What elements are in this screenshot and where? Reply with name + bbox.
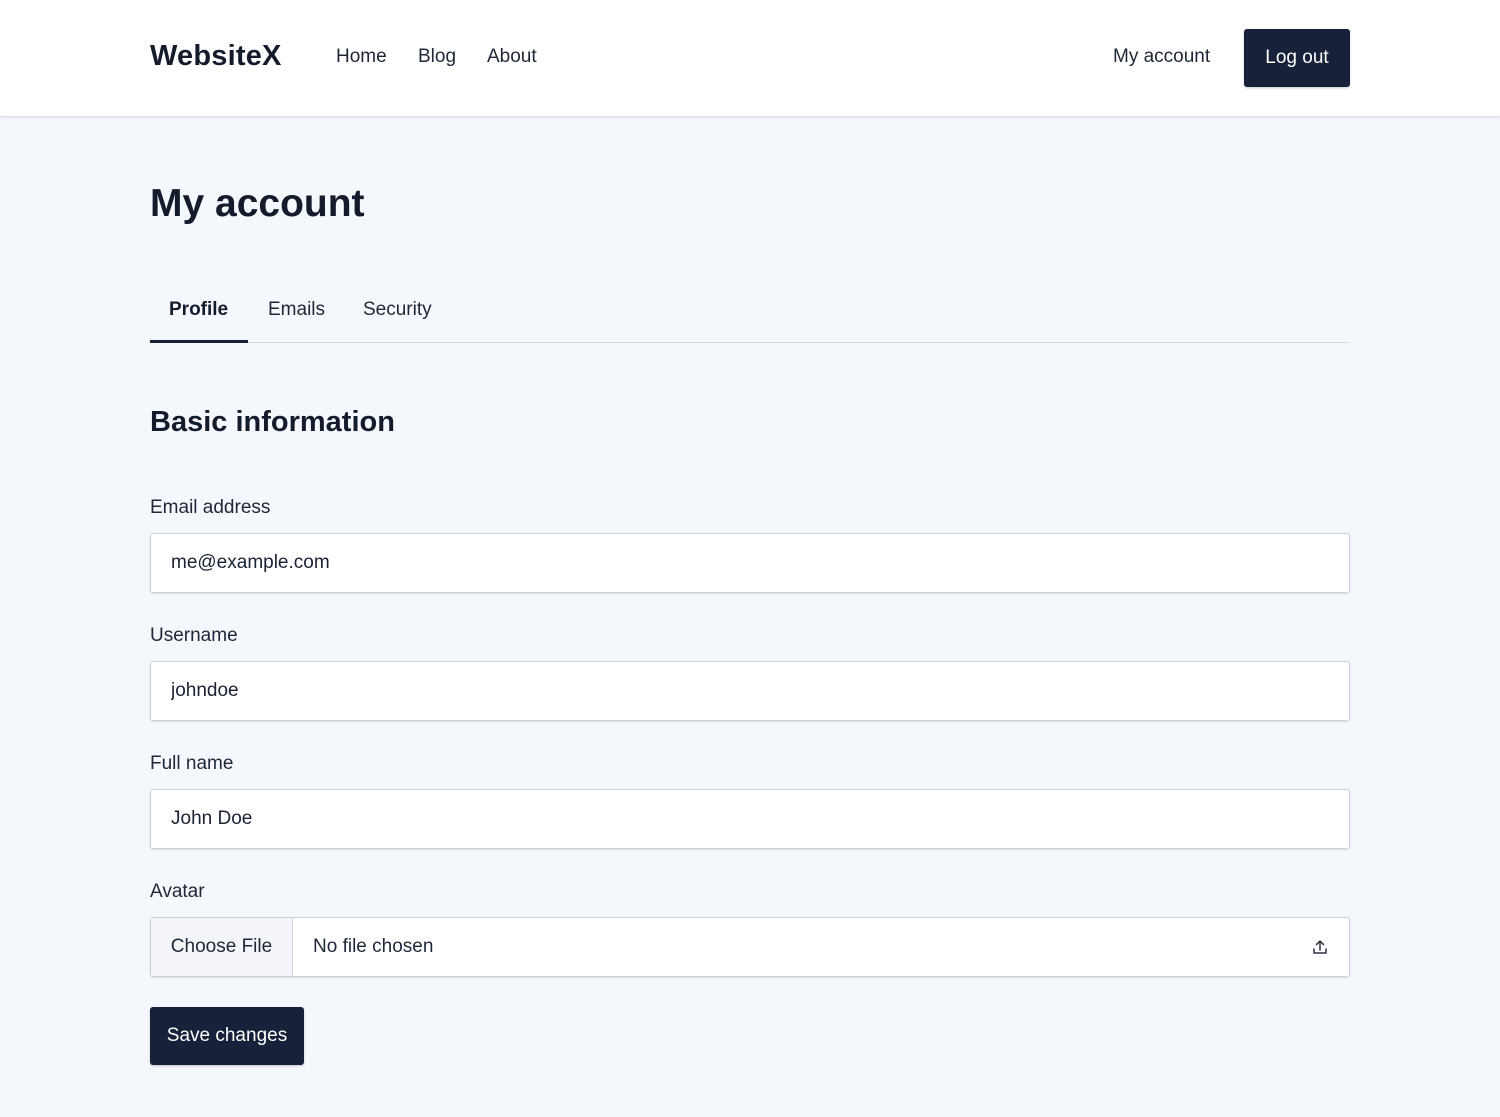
my-account-link[interactable]: My account: [1113, 46, 1210, 68]
username-field[interactable]: [150, 661, 1350, 721]
tab-profile[interactable]: Profile: [169, 299, 228, 321]
file-status-text: No file chosen: [313, 936, 434, 957]
fullname-label: Full name: [150, 753, 234, 774]
nav-link-about[interactable]: About: [487, 46, 537, 68]
section-title: Basic information: [150, 406, 395, 438]
upload-icon: [1313, 940, 1327, 954]
site-logo[interactable]: WebsiteX: [150, 40, 282, 73]
save-changes-button[interactable]: Save changes: [150, 1007, 304, 1065]
tab-security[interactable]: Security: [363, 299, 432, 321]
email-label: Email address: [150, 497, 271, 518]
nav-link-blog[interactable]: Blog: [418, 46, 456, 68]
nav-link-home[interactable]: Home: [336, 46, 387, 68]
username-label: Username: [150, 625, 238, 646]
tab-emails[interactable]: Emails: [268, 299, 325, 321]
fullname-field[interactable]: [150, 789, 1350, 849]
page-title: My account: [150, 182, 365, 225]
avatar-label: Avatar: [150, 881, 205, 902]
active-tab-indicator: [150, 340, 248, 343]
tabs-divider: [150, 342, 1350, 343]
avatar-file-input[interactable]: Choose File No file chosen: [150, 917, 1350, 977]
logout-button[interactable]: Log out: [1244, 29, 1350, 87]
choose-file-button[interactable]: Choose File: [151, 918, 293, 976]
email-field[interactable]: [150, 533, 1350, 593]
top-navbar: WebsiteX Home Blog About My account Log …: [0, 0, 1500, 117]
